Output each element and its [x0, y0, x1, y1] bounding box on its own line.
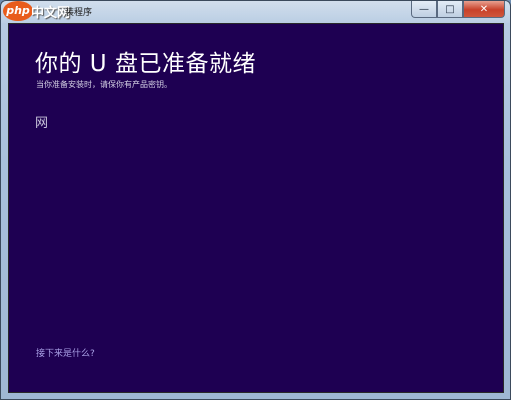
- close-icon: ✕: [479, 3, 489, 15]
- whats-next-link[interactable]: 接下来是什么?: [36, 346, 95, 359]
- minimize-button[interactable]: —: [411, 1, 437, 18]
- content-panel: 你的 U 盘已准备就绪 当你准备安装时，请保你有产品密钥。 网 接下来是什么?: [8, 23, 504, 393]
- window-controls: — □ ✕: [411, 1, 505, 19]
- maximize-button[interactable]: □: [437, 1, 463, 18]
- title-bar[interactable]: php 中文网 装程序 — □ ✕: [1, 1, 510, 23]
- watermark: php 中文网: [3, 1, 70, 23]
- close-button[interactable]: ✕: [463, 1, 505, 18]
- window-title: 装程序: [65, 8, 93, 18]
- instruction-text: 当你准备安装时，请保你有产品密钥。: [36, 80, 172, 89]
- page-title: 你的 U 盘已准备就绪: [35, 51, 256, 77]
- php-logo: php: [3, 1, 33, 21]
- maximize-icon: □: [445, 3, 455, 15]
- glyph-text: 网: [35, 116, 49, 131]
- minimize-icon: —: [419, 3, 429, 15]
- setup-window: php 中文网 装程序 — □ ✕ 你的 U 盘已准备就绪 当你准备安装时，请保…: [0, 0, 511, 400]
